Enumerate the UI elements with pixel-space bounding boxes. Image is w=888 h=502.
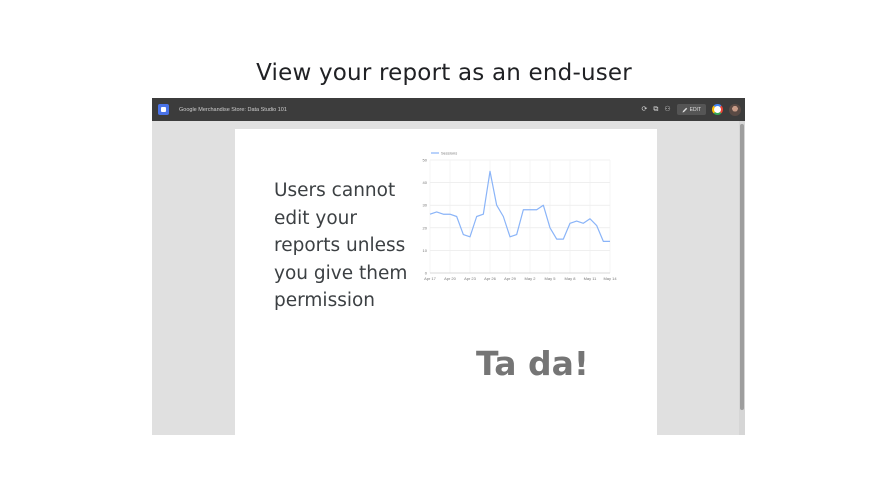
y-tick-label: 20: [423, 225, 428, 230]
app-window: Google Merchandise Store: Data Studio 10…: [152, 98, 745, 435]
refresh-icon[interactable]: ⟳: [641, 106, 647, 113]
share-person-icon[interactable]: ⚇: [664, 106, 670, 113]
y-tick-label: 50: [423, 158, 428, 163]
tada-text: Ta da!: [476, 344, 589, 383]
copy-icon[interactable]: ⧉: [653, 106, 658, 113]
edit-button[interactable]: EDIT: [676, 104, 706, 115]
toolbar-actions: ⟳ ⧉ ⚇ EDIT: [641, 98, 741, 121]
sessions-line-chart: 50 40 30 20 10 0 Apr 17 Apr 20 Apr 23 Apr 26 Apr 2…: [416, 149, 631, 291]
slide-title: View your report as an end-user: [256, 60, 632, 86]
report-title[interactable]: Google Merchandise Store: Data Studio 10…: [179, 107, 287, 113]
x-tick-label: May 5: [545, 276, 557, 281]
data-studio-logo-icon[interactable]: [158, 104, 169, 115]
y-tick-label: 30: [423, 203, 428, 208]
permission-message: Users cannot edit your reports unless yo…: [274, 180, 408, 311]
y-tick-label: 40: [423, 180, 428, 185]
avatar[interactable]: [729, 103, 741, 116]
y-tick-label: 0: [425, 271, 428, 276]
x-tick-label: Apr 20: [444, 276, 457, 281]
x-tick-label: Apr 29: [504, 276, 517, 281]
x-tick-label: May 14: [603, 276, 617, 281]
x-tick-label: Apr 17: [424, 276, 437, 281]
pencil-icon: [682, 107, 687, 112]
y-tick-label: 10: [423, 248, 428, 253]
x-tick-label: Apr 26: [484, 276, 497, 281]
report-canvas: Users cannot edit your reports unless yo…: [235, 129, 657, 435]
legend-label-sessions: Sessions: [441, 151, 457, 156]
report-toolbar: Google Merchandise Store: Data Studio 10…: [152, 98, 745, 121]
scrollbar-thumb[interactable]: [740, 124, 744, 410]
x-tick-label: May 2: [525, 276, 537, 281]
chart-svg: 50 40 30 20 10 0Apr 17 Apr 20 Apr 23 Apr 26 Apr 2…: [423, 151, 618, 282]
google-apps-icon[interactable]: [712, 104, 723, 115]
series-line-sessions: [429, 170, 610, 242]
edit-button-label: EDIT: [689, 106, 701, 113]
x-tick-label: May 8: [565, 276, 577, 281]
x-tick-label: May 11: [584, 276, 598, 281]
x-tick-label: Apr 23: [464, 276, 477, 281]
